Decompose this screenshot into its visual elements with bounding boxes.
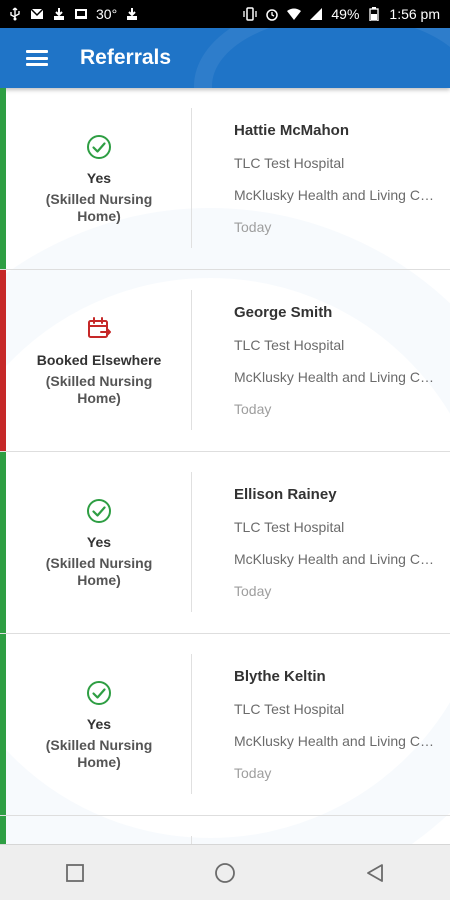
- wifi-icon: [287, 8, 302, 20]
- status-color-bar: [0, 816, 6, 844]
- referral-date: Today: [234, 765, 272, 781]
- triangle-back-icon: [367, 863, 383, 882]
- referral-item[interactable]: Booked Elsewhere (Skilled Nursing Home) …: [0, 270, 450, 452]
- referral-item[interactable]: Yes (Skilled Nursing Home) Ellison Raine…: [0, 452, 450, 634]
- download-icon: [54, 8, 64, 20]
- back-button[interactable]: [345, 853, 405, 893]
- status-label: Yes: [86, 716, 112, 732]
- page-title: Referrals: [80, 46, 172, 69]
- facility-name: McKlusky Health and Living Center: [234, 369, 439, 385]
- hospital-name: TLC Test Hospital: [234, 701, 345, 717]
- circle-icon: [215, 862, 235, 883]
- status-bar: 30° 49% 1:56 pm: [0, 0, 450, 28]
- signal-icon: [310, 8, 323, 20]
- gmail-icon: [30, 8, 44, 19]
- battery-percent: 49%: [331, 6, 360, 22]
- referral-item-partial[interactable]: [0, 816, 450, 844]
- column-divider: [191, 290, 192, 430]
- status-sublabel: (Skilled Nursing Home): [45, 555, 153, 588]
- vibrate-icon: [243, 7, 258, 21]
- patient-name: Hattie McMahon: [234, 122, 350, 139]
- usb-icon: [10, 7, 20, 21]
- hamburger-menu-icon: [26, 50, 48, 66]
- referral-item[interactable]: Yes (Skilled Nursing Home) Hattie McMaho…: [0, 88, 450, 270]
- status-bar-notifications: 30°: [8, 7, 139, 21]
- hospital-name: TLC Test Hospital: [234, 155, 345, 171]
- referral-list[interactable]: Yes (Skilled Nursing Home) Hattie McMaho…: [0, 88, 450, 844]
- referral-date: Today: [234, 401, 272, 417]
- patient-name: Ellison Rainey: [234, 486, 337, 503]
- hospital-name: TLC Test Hospital: [234, 337, 345, 353]
- column-divider: [191, 472, 192, 612]
- referral-date: Today: [234, 583, 272, 599]
- referral-date: Today: [234, 219, 272, 235]
- facility-name: McKlusky Health and Living Center: [234, 551, 439, 567]
- check-circle-icon: [87, 681, 111, 705]
- referral-status: Yes (Skilled Nursing Home): [6, 634, 192, 816]
- status-bar-system: 49% 1:56 pm: [243, 7, 440, 21]
- image-icon: [75, 9, 87, 19]
- status-label: Booked Elsewhere: [36, 352, 162, 368]
- referral-status: Yes (Skilled Nursing Home): [6, 88, 192, 270]
- check-circle-icon: [87, 135, 111, 159]
- facility-name: McKlusky Health and Living Center: [234, 187, 439, 203]
- clock-time: 1:56 pm: [389, 6, 440, 22]
- column-divider: [191, 654, 192, 794]
- home-button[interactable]: [195, 853, 255, 893]
- square-icon: [66, 863, 84, 882]
- check-circle-icon: [87, 499, 111, 523]
- menu-button[interactable]: [20, 41, 54, 75]
- battery-icon: [369, 7, 380, 21]
- alarm-icon: [266, 9, 279, 21]
- column-divider: [191, 108, 192, 248]
- facility-name: McKlusky Health and Living Center: [234, 733, 439, 749]
- status-sublabel: (Skilled Nursing Home): [45, 737, 153, 770]
- temperature-text: 30°: [96, 6, 118, 22]
- app-bar: Referrals: [0, 28, 450, 88]
- referral-status: Yes (Skilled Nursing Home): [6, 452, 192, 634]
- recents-button[interactable]: [45, 853, 105, 893]
- patient-name: George Smith: [234, 304, 333, 321]
- referral-item[interactable]: Yes (Skilled Nursing Home) Blythe Keltin…: [0, 634, 450, 816]
- patient-name: Blythe Keltin: [234, 668, 326, 685]
- status-label: Yes: [86, 170, 112, 186]
- calendar-arrow-icon: [88, 317, 111, 338]
- status-label: Yes: [86, 534, 112, 550]
- hospital-name: TLC Test Hospital: [234, 519, 345, 535]
- app-bar-decoration: [194, 28, 450, 88]
- status-sublabel: (Skilled Nursing Home): [45, 373, 153, 406]
- column-divider: [191, 836, 192, 844]
- system-nav-bar: [0, 844, 450, 900]
- status-sublabel: (Skilled Nursing Home): [45, 191, 153, 224]
- referral-status: Booked Elsewhere (Skilled Nursing Home): [6, 270, 192, 452]
- download-icon: [127, 8, 138, 20]
